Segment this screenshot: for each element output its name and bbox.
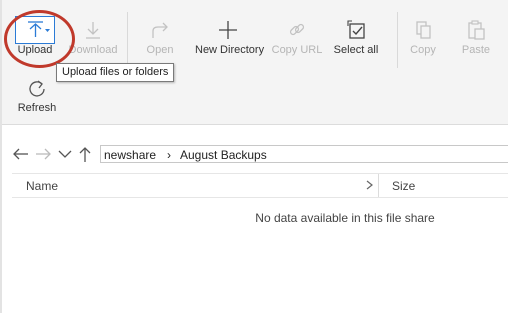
back-arrow-icon[interactable] [12, 145, 30, 163]
paste-button[interactable]: Paste [443, 20, 508, 56]
address-bar[interactable]: newshare › August Backups [100, 145, 508, 163]
empty-state-message: No data available in this file share [255, 211, 435, 225]
open-button[interactable]: Open [127, 20, 193, 56]
select-all-button[interactable]: Select all [323, 20, 389, 56]
new-directory-button[interactable]: New Directory [195, 20, 265, 56]
column-divider[interactable] [378, 174, 379, 197]
forward-arrow-icon[interactable] [34, 145, 52, 163]
copy-url-label: Copy URL [271, 44, 323, 56]
plus-icon [219, 21, 237, 39]
column-header-name[interactable]: Name [26, 179, 58, 193]
column-header-size[interactable]: Size [392, 179, 415, 193]
chevron-down-icon[interactable] [364, 178, 376, 192]
select-all-label: Select all [333, 44, 379, 56]
open-icon [152, 22, 168, 38]
breadcrumb-item[interactable]: newshare [104, 146, 156, 164]
table-header: Name Size [12, 173, 508, 198]
open-label: Open [146, 44, 174, 56]
paste-icon [468, 20, 485, 40]
up-arrow-icon[interactable] [78, 145, 92, 163]
navigation-bar: newshare › August Backups [12, 145, 508, 165]
refresh-label: Refresh [17, 102, 57, 114]
highlight-oval [4, 10, 75, 68]
copy-url-button[interactable]: Copy URL [264, 20, 330, 56]
new-directory-label: New Directory [195, 44, 265, 56]
copy-icon [416, 21, 431, 39]
download-icon [86, 22, 100, 39]
upload-tooltip: Upload files or folders [56, 63, 175, 82]
toolbar: Upload Download Open New Directory Copy … [2, 0, 508, 125]
refresh-button[interactable]: Refresh [4, 78, 70, 114]
history-dropdown-icon[interactable] [57, 145, 73, 163]
paste-label: Paste [461, 44, 491, 56]
breadcrumb-separator: › [167, 148, 171, 162]
refresh-icon [29, 80, 45, 97]
breadcrumb-item[interactable]: August Backups [180, 146, 267, 164]
select-all-icon [347, 20, 365, 39]
link-icon [289, 23, 305, 36]
